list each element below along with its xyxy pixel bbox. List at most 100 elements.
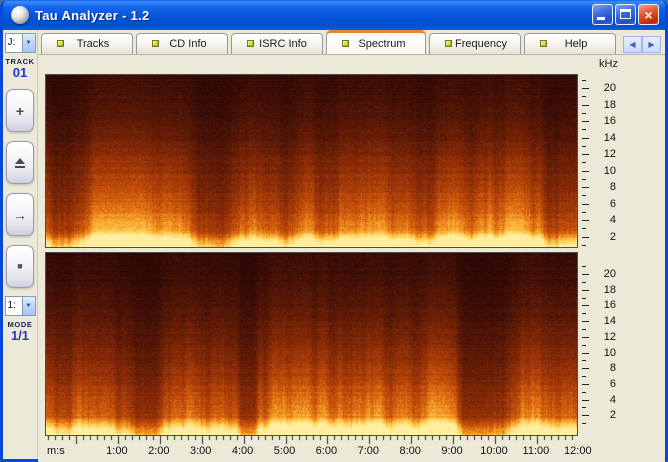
time-axis-ticks: [46, 436, 579, 445]
client-area: J: ▼ TRACK 01 + → ■ 1: ▼ MODE: [3, 30, 665, 459]
tab-tracks[interactable]: Tracks: [41, 33, 133, 54]
freq-tick-label: 18: [590, 99, 616, 111]
frequency-unit-label: kHz: [580, 57, 628, 74]
tab-help[interactable]: Help: [524, 33, 616, 54]
stop-button[interactable]: ■: [6, 245, 34, 288]
time-tick-label: 7:00: [358, 445, 379, 457]
freq-tick-label: 4: [590, 394, 616, 406]
drive-select-dropdown[interactable]: ▼: [22, 34, 35, 52]
add-track-button[interactable]: +: [6, 89, 34, 132]
tab-scroll-left-button[interactable]: ◀: [623, 36, 642, 53]
tab-led-icon: [152, 40, 159, 47]
tab-frequency[interactable]: Frequency: [429, 33, 521, 54]
freq-tick-label: 2: [590, 231, 616, 243]
eject-button[interactable]: [6, 141, 34, 184]
stop-icon: ■: [17, 262, 22, 271]
freq-major-tick: [582, 220, 589, 221]
freq-minor-tick: [582, 313, 586, 314]
freq-minor-tick: [582, 298, 586, 299]
freq-major-tick: [582, 88, 589, 89]
close-button[interactable]: ×: [638, 4, 659, 25]
freq-tick-label: 10: [590, 165, 616, 177]
freq-minor-tick: [582, 345, 586, 346]
freq-tick-label: 18: [590, 284, 616, 296]
freq-major-tick: [582, 187, 589, 188]
freq-minor-tick: [582, 360, 586, 361]
freq-major-tick: [582, 400, 589, 401]
tab-cd-info[interactable]: CD Info: [136, 33, 228, 54]
freq-minor-tick: [582, 129, 586, 130]
freq-tick-label: 8: [590, 181, 616, 193]
tab-bar: TracksCD InfoISRC InfoSpectrumFrequency H…: [38, 30, 665, 54]
freq-tick-label: 8: [590, 362, 616, 374]
track-number: 01: [13, 66, 27, 80]
freq-major-tick: [582, 353, 589, 354]
freq-tick-label: 6: [590, 198, 616, 210]
freq-minor-tick: [582, 376, 586, 377]
freq-minor-tick: [582, 162, 586, 163]
frequency-axis-bottom: 2018161412108642: [580, 252, 628, 436]
close-icon: ×: [639, 6, 658, 24]
time-tick-label: 9:00: [441, 445, 462, 457]
freq-major-tick: [582, 337, 589, 338]
freq-tick-label: 14: [590, 315, 616, 327]
freq-tick-label: 10: [590, 347, 616, 359]
next-button[interactable]: →: [6, 193, 34, 236]
freq-tick-label: 12: [590, 331, 616, 343]
freq-major-tick: [582, 154, 589, 155]
tab-spectrum[interactable]: Spectrum: [326, 30, 426, 54]
freq-major-tick: [582, 105, 589, 106]
window-controls: ×: [592, 4, 659, 25]
chevron-down-icon: ▼: [26, 303, 32, 309]
freq-tick-label: 16: [590, 115, 616, 127]
freq-minor-tick: [582, 245, 586, 246]
freq-minor-tick: [582, 266, 586, 267]
freq-minor-tick: [582, 179, 586, 180]
freq-minor-tick: [582, 96, 586, 97]
spectrum-page: kHz 2018161412108642 2018161412108642 m:…: [38, 54, 665, 462]
main-panel: TracksCD InfoISRC InfoSpectrumFrequency H…: [38, 30, 665, 459]
mode-select-value: 1:: [6, 297, 22, 315]
tab-led-icon: [57, 40, 64, 47]
time-tick-label: 8:00: [399, 445, 420, 457]
freq-tick-label: 20: [590, 82, 616, 94]
time-tick-label: 12:00: [564, 445, 592, 457]
tab-led-icon: [445, 40, 452, 47]
tab-isrc-info[interactable]: ISRC Info: [231, 33, 323, 54]
freq-major-tick: [582, 368, 589, 369]
tab-label: Help: [539, 38, 602, 50]
freq-major-tick: [582, 138, 589, 139]
tab-scroll-right-button[interactable]: ▶: [642, 36, 661, 53]
arrow-right-icon: →: [13, 208, 27, 222]
freq-minor-tick: [582, 80, 586, 81]
minimize-button[interactable]: [592, 4, 613, 25]
tab-led-icon: [247, 40, 254, 47]
freq-major-tick: [582, 204, 589, 205]
spectrogram-left-channel: [45, 74, 578, 248]
time-tick-label: 6:00: [316, 445, 337, 457]
app-window: Tau Analyzer - 1.2 × J: ▼ TRACK 01 + →: [0, 0, 668, 462]
time-tick-label: 10:00: [480, 445, 508, 457]
freq-major-tick: [582, 237, 589, 238]
sidebar: J: ▼ TRACK 01 + → ■ 1: ▼ MODE: [3, 30, 38, 459]
arrow-left-icon: ◀: [629, 41, 635, 49]
freq-major-tick: [582, 121, 589, 122]
app-icon: [11, 6, 29, 24]
mode-value: 1/1: [11, 329, 29, 343]
mode-select-dropdown[interactable]: ▼: [22, 297, 35, 315]
tab-scroll-buttons: ◀ ▶: [623, 36, 661, 53]
mode-select[interactable]: 1: ▼: [5, 296, 36, 316]
freq-tick-label: 12: [590, 148, 616, 160]
freq-minor-tick: [582, 113, 586, 114]
titlebar: Tau Analyzer - 1.2 ×: [3, 0, 665, 30]
drive-select[interactable]: J: ▼: [5, 33, 36, 53]
spectrogram-right-channel: [45, 252, 578, 436]
freq-minor-tick: [582, 392, 586, 393]
maximize-button[interactable]: [615, 4, 636, 25]
freq-major-tick: [582, 274, 589, 275]
freq-minor-tick: [582, 195, 586, 196]
time-tick-label: 11:00: [523, 445, 550, 457]
time-tick-label: 1:00: [106, 445, 127, 457]
freq-tick-label: 6: [590, 378, 616, 390]
mode-group: 1: ▼ MODE 1/1: [5, 296, 36, 343]
